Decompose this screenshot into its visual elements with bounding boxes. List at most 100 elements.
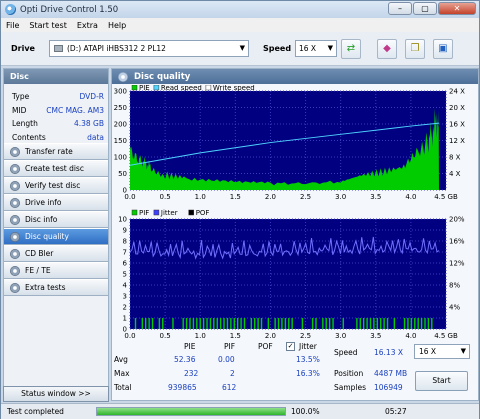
drive-select-value: (D:) ATAPI iHBS312 2 PL12 <box>67 44 166 53</box>
pie-y2-tick: 24 X <box>449 88 465 96</box>
stats-label-avg: Avg <box>114 355 128 364</box>
nav-create-test-disc[interactable]: Create test disc <box>4 160 108 177</box>
title-bar: Opti Drive Control 1.50 – ▢ ✕ <box>1 1 479 18</box>
pie-y2-tick: 12 X <box>449 137 465 145</box>
stats-header-pie: PIE <box>184 342 196 351</box>
stats-header-pif: PIF <box>224 342 236 351</box>
pif-bar <box>414 318 416 329</box>
pif-bar <box>393 318 396 329</box>
pif-bar <box>189 318 191 329</box>
disc-icon <box>118 71 128 82</box>
legend-swatch <box>188 209 194 216</box>
maximize-button[interactable]: ▢ <box>413 2 437 15</box>
pif-bar <box>209 318 212 329</box>
legend-swatch <box>131 85 138 91</box>
legend-swatch <box>131 209 138 216</box>
disc-icon <box>10 231 20 242</box>
nav-transfer-rate[interactable]: Transfer rate <box>4 143 108 160</box>
pif-bar <box>141 318 144 329</box>
pif-bar <box>376 318 379 329</box>
pie-y2-tick: 16 X <box>449 121 465 129</box>
test-speed-select[interactable]: 16 X ▼ <box>414 344 470 359</box>
erase-button[interactable]: ◆ <box>377 38 397 59</box>
stats-header-jitter: Jitter <box>299 342 317 351</box>
max-pie: 232 <box>184 369 199 378</box>
nav-fe-te[interactable]: FE / TE <box>4 262 108 279</box>
test-speed-value: 16 X <box>419 347 437 356</box>
max-pif: 2 <box>230 369 235 378</box>
refresh-icon: ⇄ <box>346 43 356 54</box>
pif-bar <box>162 318 164 329</box>
pif-bar <box>254 318 256 329</box>
disc-icon <box>10 214 20 225</box>
pif-y-tick: 6 <box>123 260 128 268</box>
copy-icon: ❐ <box>410 43 420 54</box>
legend-swatch <box>205 85 212 91</box>
pif-y-tick: 5 <box>123 271 127 279</box>
menu-help[interactable]: Help <box>103 21 131 30</box>
info-row-length: Length 4.38 GB <box>12 119 104 128</box>
disc-app-icon <box>5 4 16 15</box>
save-button[interactable]: ▣ <box>433 38 453 59</box>
toolbar: Drive (D:) ATAPI iHBS312 2 PL12 ▼ Speed … <box>1 32 479 66</box>
pie-x-tick: 2.0 <box>265 193 276 201</box>
avg-jitter: 13.5% <box>296 355 320 364</box>
avg-pif: 0.00 <box>218 355 235 364</box>
minimize-button[interactable]: – <box>388 2 412 15</box>
pif-bar <box>356 318 358 329</box>
nav-verify-test-disc[interactable]: Verify test disc <box>4 177 108 194</box>
legend-label: Jitter <box>160 209 178 217</box>
disc-icon <box>10 197 20 208</box>
status-window-button[interactable]: Status window >> <box>3 386 109 402</box>
pif-bar <box>134 318 137 329</box>
close-button[interactable]: ✕ <box>438 2 476 15</box>
pif-bar <box>427 318 430 329</box>
pif-bar <box>277 318 280 329</box>
pif-bar <box>236 318 239 329</box>
legend-label: POF <box>196 209 210 217</box>
pie-y-tick: 200 <box>114 121 127 129</box>
menu-extra[interactable]: Extra <box>72 21 103 30</box>
pif-bar <box>383 318 385 329</box>
pif-y2-tick: 8% <box>449 282 460 290</box>
pif-y-tick: 3 <box>123 293 127 301</box>
pie-y-tick: 150 <box>114 137 127 145</box>
save-icon: ▣ <box>438 43 448 54</box>
legend-label: Read speed <box>161 85 202 92</box>
avg-pie: 52.36 <box>174 355 196 364</box>
menu-file[interactable]: File <box>1 21 24 30</box>
jitter-checkbox[interactable]: ✓ <box>286 342 295 351</box>
pie-x-tick: 3.0 <box>335 193 346 201</box>
pif-bar <box>202 318 205 329</box>
legend-label: Write speed <box>213 85 255 92</box>
pif-bar <box>431 318 433 329</box>
pif-bar <box>274 318 276 329</box>
samples-value: 106949 <box>374 383 403 392</box>
copy-button[interactable]: ❐ <box>405 38 425 59</box>
nav-disc-quality[interactable]: Disc quality <box>4 228 108 245</box>
pie-y-tick: 300 <box>114 88 127 96</box>
speed-select[interactable]: 16 X ▼ <box>295 40 337 57</box>
drive-select[interactable]: (D:) ATAPI iHBS312 2 PL12 ▼ <box>49 40 249 57</box>
nav-drive-info[interactable]: Drive info <box>4 194 108 211</box>
pif-bar <box>284 318 287 329</box>
start-button[interactable]: Start <box>415 371 468 391</box>
pif-bar <box>362 318 365 329</box>
pif-bar <box>369 318 372 329</box>
pif-bar <box>151 318 154 329</box>
pif-y-tick: 2 <box>123 304 127 312</box>
pif-bar <box>288 318 290 329</box>
refresh-button[interactable]: ⇄ <box>341 38 361 59</box>
nav-cd-bler[interactable]: CD Bler <box>4 245 108 262</box>
chevron-down-icon: ▼ <box>460 347 466 355</box>
nav-disc-info[interactable]: Disc info <box>4 211 108 228</box>
info-row-type: Type DVD-R <box>12 92 104 101</box>
pif-bar <box>332 318 334 329</box>
stats-label-total: Total <box>114 383 132 392</box>
legend-swatch <box>153 85 160 91</box>
menu-start-test[interactable]: Start test <box>24 21 71 30</box>
pif-bar <box>192 318 195 329</box>
menu-bar: File Start test Extra Help <box>1 18 479 32</box>
nav-extra-tests[interactable]: Extra tests <box>4 279 108 296</box>
pif-y-tick: 8 <box>123 238 127 246</box>
